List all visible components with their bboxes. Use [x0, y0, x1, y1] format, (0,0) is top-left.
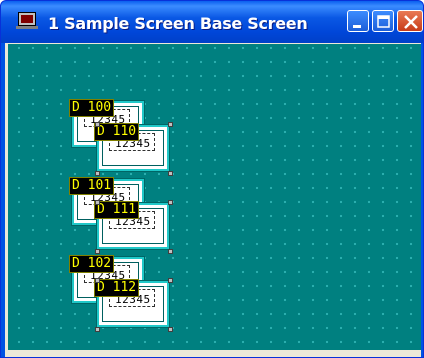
device-tag: D 110 [94, 123, 140, 141]
numeric-display-d111[interactable]: 12345 D 111 [94, 201, 170, 250]
device-tag: D 101 [69, 177, 115, 195]
close-icon [404, 15, 418, 29]
selection-handle[interactable] [168, 249, 173, 254]
selection-handle[interactable] [95, 327, 100, 332]
screen-canvas[interactable] [8, 44, 421, 350]
device-tag: D 111 [94, 201, 140, 219]
selection-handle[interactable] [168, 122, 173, 127]
selection-handle[interactable] [168, 171, 173, 176]
window-title: 1 Sample Screen Base Screen [48, 14, 308, 33]
selection-handle[interactable] [95, 200, 100, 205]
numeric-display-d112[interactable]: 12345 D 112 [94, 279, 170, 328]
device-tag: D 112 [94, 279, 140, 297]
selection-handle[interactable] [95, 249, 100, 254]
editor-window: 1 Sample Screen Base Screen 12345 D 100 … [0, 0, 424, 358]
maximize-button[interactable] [372, 10, 394, 32]
numeric-display-d110[interactable]: 12345 D 110 [94, 123, 170, 172]
selection-handle[interactable] [168, 278, 173, 283]
title-bar[interactable]: 1 Sample Screen Base Screen [1, 1, 423, 43]
minimize-icon [353, 25, 361, 28]
selection-handle[interactable] [95, 278, 100, 283]
minimize-button[interactable] [347, 10, 369, 32]
screen-icon [16, 12, 38, 29]
selection-handle[interactable] [95, 171, 100, 176]
maximize-icon [377, 15, 390, 28]
selection-handle[interactable] [95, 122, 100, 127]
selection-handle[interactable] [168, 200, 173, 205]
close-button[interactable] [397, 10, 423, 32]
selection-handle[interactable] [168, 327, 173, 332]
device-tag: D 100 [69, 99, 115, 117]
device-tag: D 102 [69, 255, 115, 273]
